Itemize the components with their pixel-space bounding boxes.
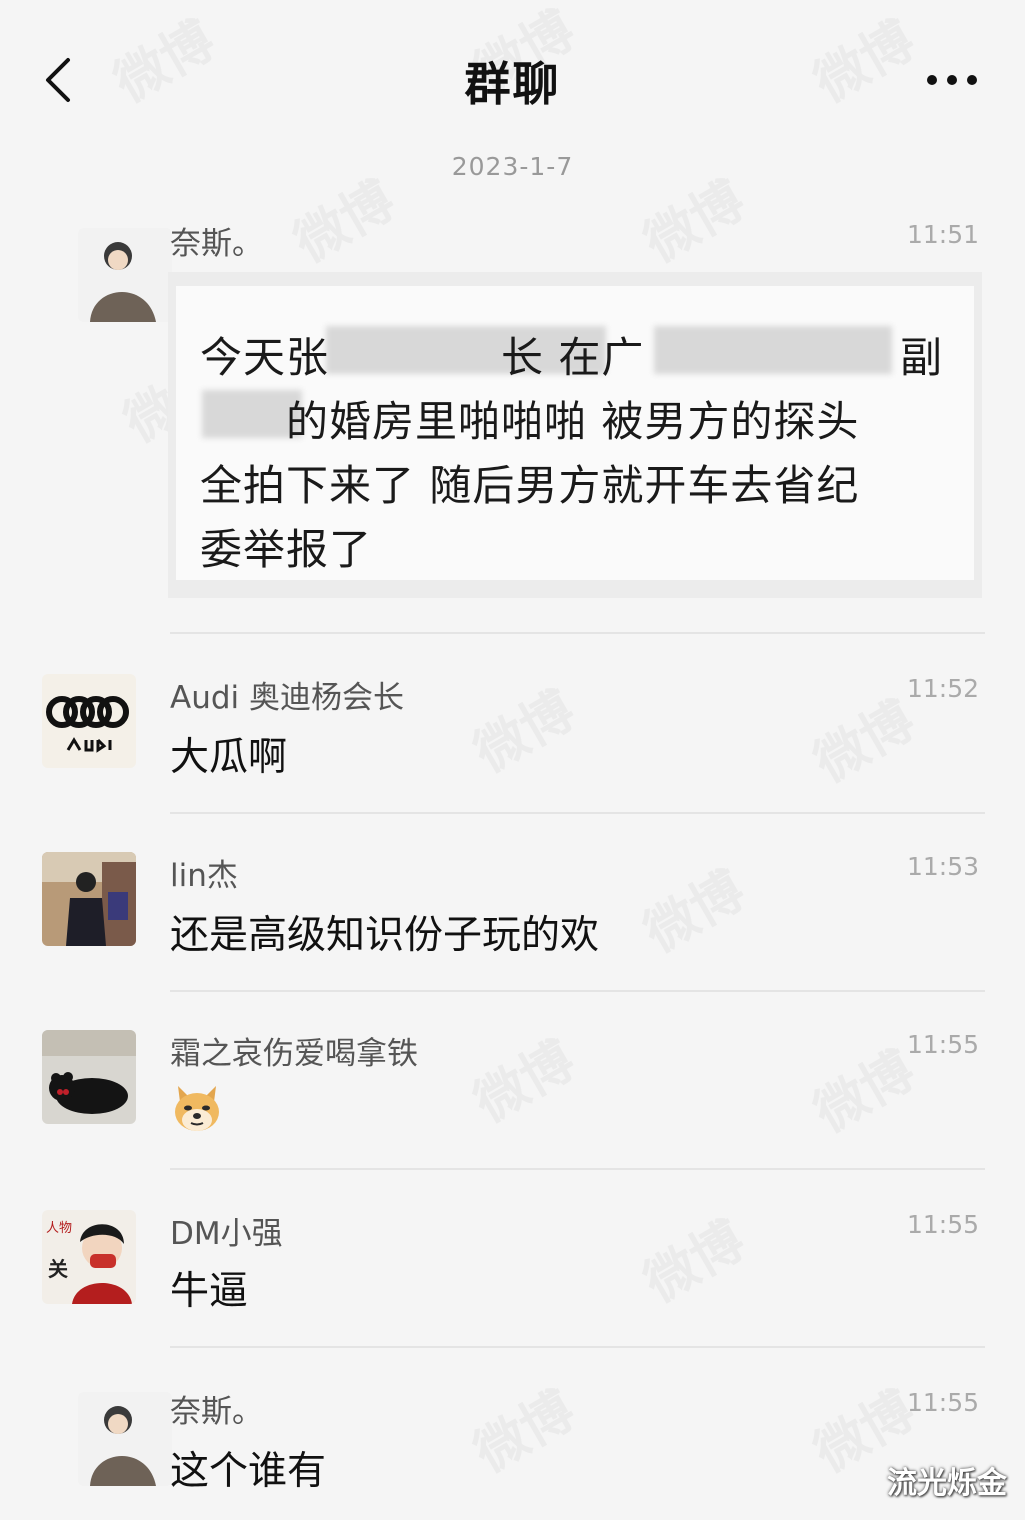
doge-emoji (170, 1080, 224, 1134)
quote-line: 委举报了 (200, 525, 373, 574)
divider (170, 1346, 985, 1348)
watermark: 微博 (634, 860, 755, 965)
message-time: 11:52 (906, 674, 979, 703)
ellipsis-icon (927, 75, 977, 85)
avatar[interactable] (42, 852, 136, 946)
avatar[interactable] (42, 1030, 136, 1124)
watermark: 微博 (464, 1030, 585, 1135)
divider (170, 990, 985, 992)
divider (170, 1168, 985, 1170)
watermark: 微博 (464, 1380, 585, 1485)
page-title: 群聊 (464, 57, 561, 111)
message-text: 牛逼 (170, 1269, 249, 1314)
message-text: 还是高级知识份子玩的欢 (170, 913, 600, 958)
divider (170, 632, 985, 634)
more-button[interactable] (920, 62, 984, 98)
avatar[interactable] (42, 674, 136, 768)
message-time: 11:55 (906, 1030, 979, 1059)
quote-line: 今天张 长 在广 (200, 333, 645, 382)
message-time: 11:55 (906, 1388, 979, 1417)
redacted-block (654, 326, 892, 374)
message-text: 大瓜啊 (170, 735, 288, 780)
avatar[interactable] (78, 228, 172, 322)
watermark: 微博 (464, 680, 585, 785)
svg-text:人物: 人物 (46, 1221, 72, 1236)
sender-name: DM小强 (170, 1216, 283, 1252)
message-time: 11:55 (906, 1210, 979, 1239)
date-separator: 2023-1-7 (451, 152, 574, 181)
sender-name: Audi 奥迪杨会长 (170, 680, 404, 716)
avatar[interactable]: 人物 关 (42, 1210, 136, 1304)
divider (170, 812, 985, 814)
message-text: 这个谁有 (170, 1449, 327, 1494)
quote-line-fragment: 副 (900, 333, 944, 382)
watermark: 微博 (634, 1210, 755, 1315)
avatar[interactable] (78, 1392, 172, 1486)
sender-name: 奈斯。 (170, 1394, 263, 1430)
quoted-message-card[interactable]: 今天张 长 在广 副 的婚房里啪啪啪 被男方的探头 全拍下来了 随后男方就开车去… (168, 272, 982, 598)
sender-name: 霜之哀伤爱喝拿铁 (170, 1036, 418, 1072)
message-time: 11:53 (906, 852, 979, 881)
quote-line: 全拍下来了 随后男方就开车去省纪 (200, 461, 860, 510)
sender-name: 奈斯。 (170, 226, 263, 262)
quote-line: 的婚房里啪啪啪 被男方的探头 (200, 397, 860, 446)
corner-watermark: 流光烁金 (887, 1466, 1007, 1501)
message-time: 11:51 (906, 220, 979, 249)
sender-name: lin杰 (170, 858, 238, 894)
chat-header: 群聊 (0, 0, 1025, 150)
svg-text:关: 关 (48, 1257, 68, 1281)
